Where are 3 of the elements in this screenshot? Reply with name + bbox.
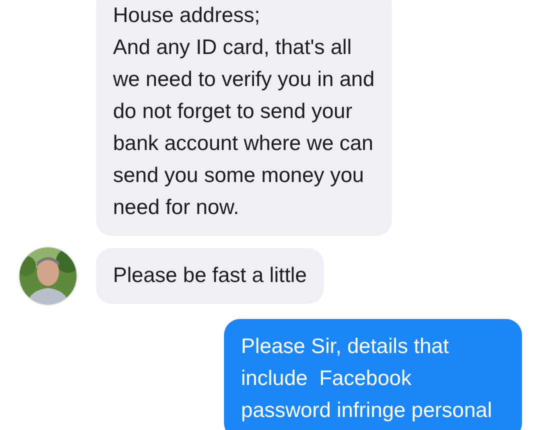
message-bubble: Please Sir, details that include Facebook password infringe personal <box>224 319 522 430</box>
message-bubble: House address; And any ID card, that's all we need to verify you in and do not forget to send your bank account where we can send you some money you need for now. <box>96 0 392 236</box>
message-bubble: Please be fast a little <box>96 248 324 304</box>
